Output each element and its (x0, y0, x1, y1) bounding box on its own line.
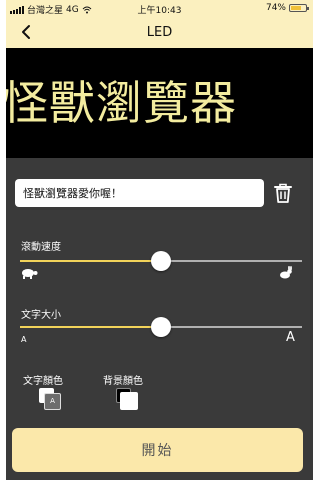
status-right: 74% (265, 3, 309, 13)
start-button[interactable]: 開始 (12, 428, 303, 472)
message-input[interactable] (15, 179, 264, 207)
scroll-speed-thumb[interactable] (151, 251, 171, 271)
battery-percent: 74% (265, 3, 286, 13)
scroll-speed-track-filled (20, 260, 161, 262)
trash-icon[interactable] (272, 181, 294, 205)
text-color-swatch[interactable]: A (39, 388, 61, 410)
text-color-swatch-glyph: A (44, 393, 61, 410)
font-size-max-glyph: A (286, 330, 295, 345)
app-frame: 台灣之星 4G 上午10:43 74% LED 怪獸瀏覽器 滾動速度 (6, 0, 313, 480)
battery-icon (289, 4, 309, 12)
text-color-label: 文字顏色 (23, 376, 63, 387)
rabbit-icon (280, 266, 292, 279)
background-color-swatch-front (120, 392, 138, 410)
font-size-track (161, 326, 302, 328)
background-color-swatch[interactable] (116, 388, 138, 410)
led-preview: 怪獸瀏覽器 (6, 48, 313, 158)
font-size-thumb[interactable] (151, 317, 171, 337)
scroll-speed-slider[interactable] (20, 251, 302, 271)
led-preview-text: 怪獸瀏覽器 (6, 76, 237, 130)
page-title: LED (146, 25, 173, 40)
font-size-track-filled (20, 326, 161, 328)
status-bar: 台灣之星 4G 上午10:43 74% (6, 0, 313, 18)
font-size-slider[interactable] (20, 317, 302, 337)
scroll-speed-track (161, 260, 302, 262)
font-size-min-glyph: A (21, 335, 27, 344)
turtle-icon (22, 269, 38, 279)
nav-bar: LED (6, 18, 313, 48)
background-color-label: 背景顏色 (103, 376, 143, 387)
